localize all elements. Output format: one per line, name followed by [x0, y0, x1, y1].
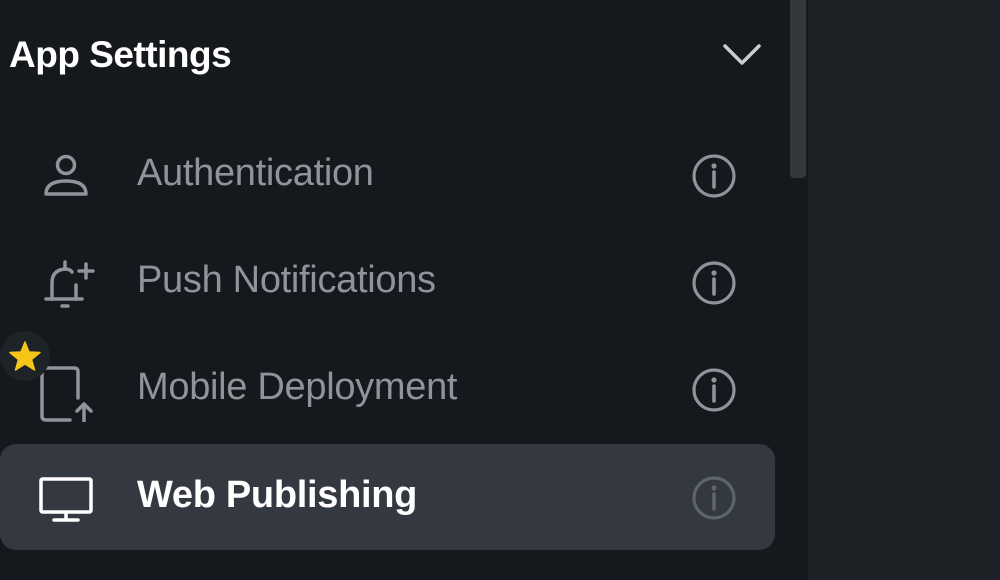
- nav-item-push-notifications[interactable]: Push Notifications: [0, 229, 775, 335]
- nav-label: Push Notifications: [137, 259, 436, 301]
- bell-plus-icon: [44, 260, 95, 308]
- monitor-icon: [39, 477, 93, 522]
- main-content-area: [808, 0, 1000, 580]
- nav-item-authentication[interactable]: Authentication: [0, 122, 775, 228]
- info-icon[interactable]: [690, 474, 738, 522]
- nav-label: Authentication: [137, 152, 374, 194]
- sidebar-scrollbar[interactable]: [788, 0, 808, 580]
- settings-sidebar: App Settings Authentication Push Notific…: [0, 0, 788, 580]
- nav-label: Web Publishing: [137, 474, 418, 516]
- section-title: App Settings: [9, 34, 232, 75]
- info-icon[interactable]: [690, 259, 738, 307]
- user-icon: [44, 154, 88, 196]
- app-window: App Settings Authentication Push Notific…: [0, 0, 1000, 580]
- info-icon[interactable]: [690, 366, 738, 414]
- favorite-badge[interactable]: [0, 331, 50, 381]
- nav-item-mobile-deployment[interactable]: Mobile Deployment: [0, 336, 775, 442]
- app-settings-header[interactable]: App Settings: [0, 0, 788, 112]
- scrollbar-thumb[interactable]: [790, 0, 806, 178]
- nav-item-web-publishing[interactable]: Web Publishing: [0, 444, 775, 550]
- chevron-down-icon[interactable]: [720, 40, 764, 70]
- nav-label: Mobile Deployment: [137, 366, 458, 408]
- star-icon: [9, 341, 41, 371]
- info-icon[interactable]: [690, 152, 738, 200]
